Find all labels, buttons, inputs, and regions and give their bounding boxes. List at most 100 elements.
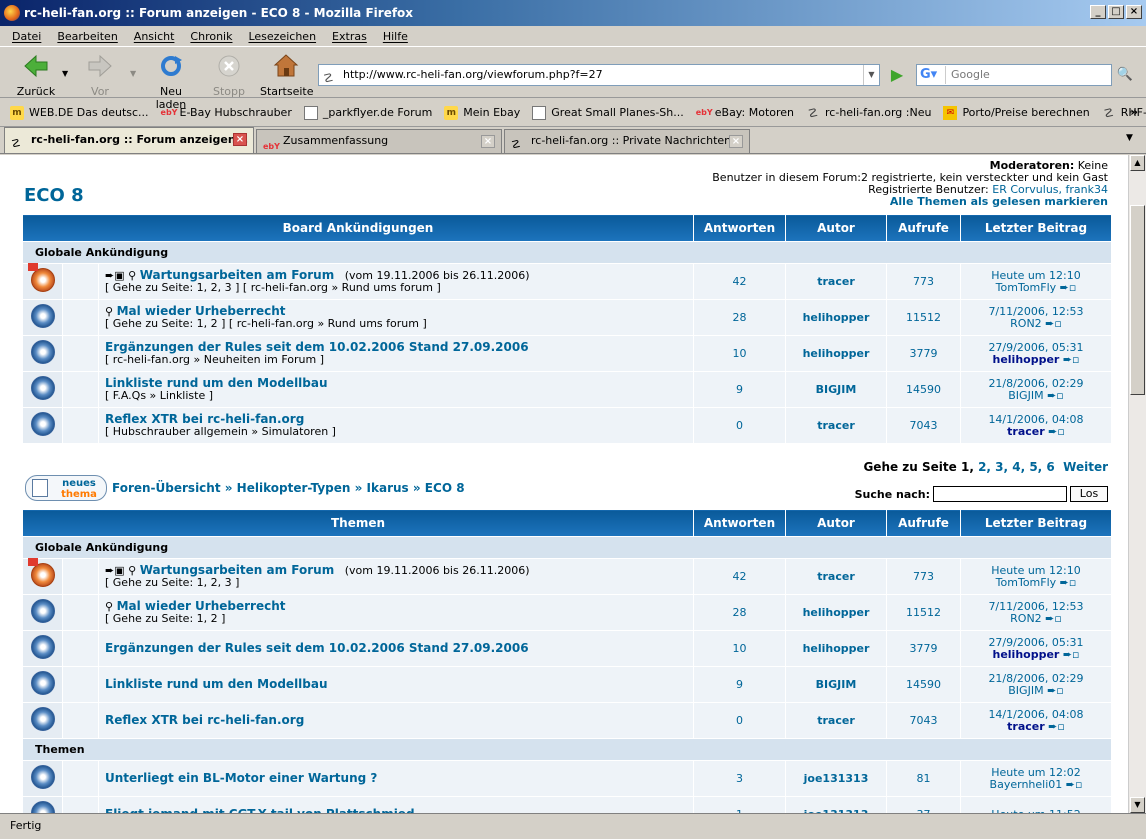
- goto-last-post-icon[interactable]: ➨▫: [1047, 389, 1064, 402]
- goto-last-post-icon[interactable]: ➨▫: [1060, 281, 1077, 294]
- topic-title-link[interactable]: Reflex XTR bei rc-heli-fan.org: [105, 713, 304, 727]
- goto-last-post-icon[interactable]: ➨▫: [1063, 353, 1080, 366]
- goto-last-post-icon[interactable]: ➨▫: [1048, 720, 1065, 733]
- bookmark-item[interactable]: _parkflyer.de Forum: [303, 105, 432, 120]
- last-post-user[interactable]: TomTomFly: [996, 281, 1056, 294]
- goto-last-post-icon[interactable]: ➨▫: [1048, 425, 1065, 438]
- next-page-link[interactable]: Weiter: [1063, 460, 1108, 474]
- topic-subline[interactable]: [ rc-heli-fan.org » Neuheiten im Forum ]: [105, 354, 693, 366]
- topic-author[interactable]: BIGJIM: [785, 371, 887, 408]
- search-box[interactable]: G▾ Google: [916, 64, 1112, 86]
- topic-author[interactable]: tracer: [785, 558, 887, 595]
- page-links[interactable]: 2, 3, 4, 5, 6: [978, 460, 1055, 474]
- stop-button[interactable]: Stopp: [210, 53, 248, 98]
- tab-forum[interactable]: ☡ rc-heli-fan.org :: Forum anzeigen... ×: [4, 127, 254, 153]
- goto-last-post-icon[interactable]: ➨▫: [1066, 778, 1083, 791]
- scroll-down-arrow-icon[interactable]: ▼: [1130, 797, 1145, 813]
- menu-bearbeiten[interactable]: Bearbeiten: [49, 30, 125, 43]
- bookmark-item[interactable]: ☡RHF- Album ER: [1102, 106, 1146, 120]
- scrollbar-thumb[interactable]: [1130, 205, 1145, 395]
- topic-author[interactable]: BIGJIM: [785, 666, 887, 703]
- topic-title-link[interactable]: Ergänzungen der Rules seit dem 10.02.200…: [105, 641, 529, 655]
- bookmarks-overflow-chevron-icon[interactable]: »: [1130, 105, 1138, 119]
- topic-author[interactable]: tracer: [785, 702, 887, 739]
- topic-author[interactable]: helihopper: [785, 630, 887, 667]
- url-dropdown-icon[interactable]: ▼: [863, 65, 879, 85]
- goto-last-post-icon[interactable]: ➨▫: [1045, 317, 1062, 330]
- menu-hilfe[interactable]: Hilfe: [375, 30, 416, 43]
- goto-last-post-icon[interactable]: ➨▫: [1060, 576, 1077, 589]
- topic-subline[interactable]: [ Gehe zu Seite: 1, 2 ]: [105, 613, 693, 625]
- topic-title-link[interactable]: Linkliste rund um den Modellbau: [105, 677, 328, 691]
- back-button[interactable]: Zurück: [12, 53, 60, 98]
- bookmark-item[interactable]: m WEB.DE Das deutsc...: [10, 105, 149, 120]
- last-post-user[interactable]: tracer: [1007, 425, 1045, 438]
- last-post-user[interactable]: TomTomFly: [996, 576, 1056, 589]
- bookmark-item[interactable]: ebY E-Bay Hubschrauber: [161, 106, 292, 120]
- scroll-up-arrow-icon[interactable]: ▲: [1130, 155, 1145, 171]
- topic-subline[interactable]: [ Gehe zu Seite: 1, 2, 3 ]: [105, 577, 693, 589]
- topic-author[interactable]: joe131313: [785, 796, 887, 813]
- goto-last-post-icon[interactable]: ➨▫: [1047, 684, 1064, 697]
- home-button[interactable]: Startseite: [260, 53, 314, 98]
- maximize-button[interactable]: □: [1108, 5, 1124, 19]
- mark-all-read-link[interactable]: Alle Themen als gelesen markieren: [712, 196, 1108, 208]
- last-post-user[interactable]: RON2: [1010, 317, 1042, 330]
- url-bar[interactable]: ☡ http://www.rc-heli-fan.org/viewforum.p…: [318, 64, 880, 86]
- topic-title-link[interactable]: Ergänzungen der Rules seit dem 10.02.200…: [105, 340, 529, 354]
- forum-search-input[interactable]: [933, 486, 1067, 502]
- topic-subline[interactable]: [ Hubschrauber allgemein » Simulatoren ]: [105, 426, 693, 438]
- topic-title-link[interactable]: Unterliegt ein BL-Motor einer Wartung ?: [105, 771, 377, 785]
- tab-close-icon[interactable]: ×: [729, 135, 743, 148]
- vertical-scrollbar[interactable]: ▲ ▼: [1128, 155, 1146, 813]
- forward-dropdown-icon[interactable]: ▼: [130, 69, 136, 78]
- topic-subline[interactable]: [ Gehe zu Seite: 1, 2, 3 ] [ rc-heli-fan…: [105, 282, 693, 294]
- last-post-user[interactable]: BIGJIM: [1008, 389, 1043, 402]
- topic-author[interactable]: joe131313: [785, 760, 887, 797]
- menu-chronik[interactable]: Chronik: [182, 30, 240, 43]
- last-post-user[interactable]: RON2: [1010, 612, 1042, 625]
- topic-author[interactable]: helihopper: [785, 335, 887, 372]
- topic-title-link[interactable]: Wartungsarbeiten am Forum: [140, 563, 335, 577]
- menu-lesezeichen[interactable]: Lesezeichen: [240, 30, 324, 43]
- tab-close-icon[interactable]: ×: [233, 133, 247, 146]
- topic-author[interactable]: tracer: [785, 407, 887, 444]
- goto-last-post-icon[interactable]: ➨▫: [1063, 648, 1080, 661]
- topic-title-link[interactable]: Mal wieder Urheberrecht: [117, 304, 286, 318]
- forward-button[interactable]: Vor: [80, 53, 120, 98]
- menu-ansicht[interactable]: Ansicht: [126, 30, 183, 43]
- tab-close-icon[interactable]: ×: [481, 135, 495, 148]
- topic-subline[interactable]: [ F.A.Qs » Linkliste ]: [105, 390, 693, 402]
- tab-zusammenfassung[interactable]: ebY Zusammenfassung ×: [256, 129, 502, 153]
- last-post-user[interactable]: helihopper: [992, 353, 1059, 366]
- topic-author[interactable]: helihopper: [785, 594, 887, 631]
- last-post-user[interactable]: BIGJIM: [1008, 684, 1043, 697]
- go-button[interactable]: ▶: [886, 64, 908, 86]
- search-magnifier-icon[interactable]: 🔍: [1114, 64, 1136, 86]
- close-button[interactable]: ×: [1126, 5, 1142, 19]
- last-post-user[interactable]: Bayernheli01: [990, 778, 1063, 791]
- forum-title[interactable]: ECO 8: [24, 185, 84, 206]
- breadcrumb[interactable]: Foren-Übersicht » Helikopter-Typen » Ika…: [112, 481, 465, 495]
- topic-author[interactable]: tracer: [785, 263, 887, 300]
- bookmark-item[interactable]: ☡ rc-heli-fan.org :Neu: [806, 106, 932, 120]
- last-post-user[interactable]: helihopper: [992, 648, 1059, 661]
- bookmark-item[interactable]: m Mein Ebay: [444, 105, 520, 120]
- forum-search-button[interactable]: Los: [1070, 486, 1108, 502]
- bookmark-item[interactable]: Great Small Planes-Sh...: [532, 105, 684, 120]
- tab-private-nachrichten[interactable]: ☡ rc-heli-fan.org :: Private Nachrichten…: [504, 129, 750, 153]
- bookmark-item[interactable]: ebY eBay: Motoren: [696, 106, 794, 120]
- tab-list-dropdown-icon[interactable]: ▼: [1126, 133, 1140, 143]
- minimize-button[interactable]: _: [1090, 5, 1106, 19]
- topic-title-link[interactable]: Mal wieder Urheberrecht: [117, 599, 286, 613]
- topic-title-link[interactable]: Reflex XTR bei rc-heli-fan.org: [105, 412, 304, 426]
- back-dropdown-icon[interactable]: ▼: [62, 69, 68, 78]
- google-engine-icon[interactable]: G▾: [920, 66, 946, 84]
- topic-title-link[interactable]: Linkliste rund um den Modellbau: [105, 376, 328, 390]
- topic-author[interactable]: helihopper: [785, 299, 887, 336]
- menu-datei[interactable]: Datei: [4, 30, 49, 43]
- new-topic-button[interactable]: neues thema: [25, 475, 107, 501]
- goto-last-post-icon[interactable]: ➨▫: [1045, 612, 1062, 625]
- last-post-user[interactable]: tracer: [1007, 720, 1045, 733]
- menu-extras[interactable]: Extras: [324, 30, 375, 43]
